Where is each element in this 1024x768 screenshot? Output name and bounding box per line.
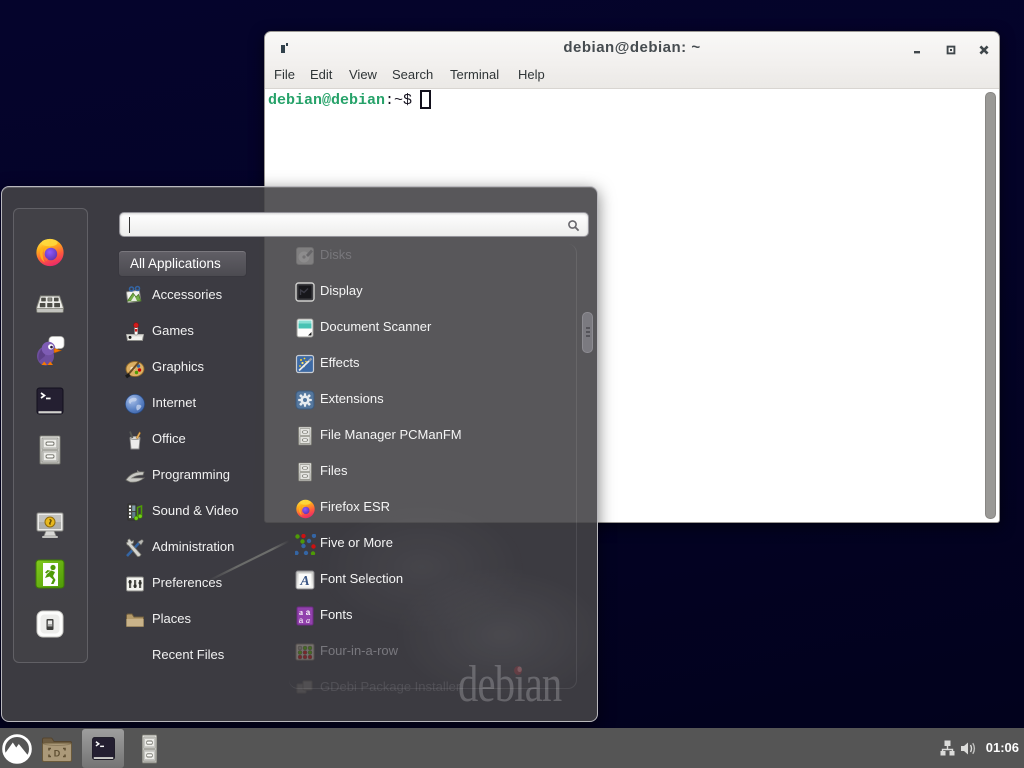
svg-text:a: a xyxy=(306,616,310,625)
svg-text:a: a xyxy=(299,616,304,625)
svg-text:D: D xyxy=(54,749,61,759)
svg-text:A: A xyxy=(299,574,309,589)
